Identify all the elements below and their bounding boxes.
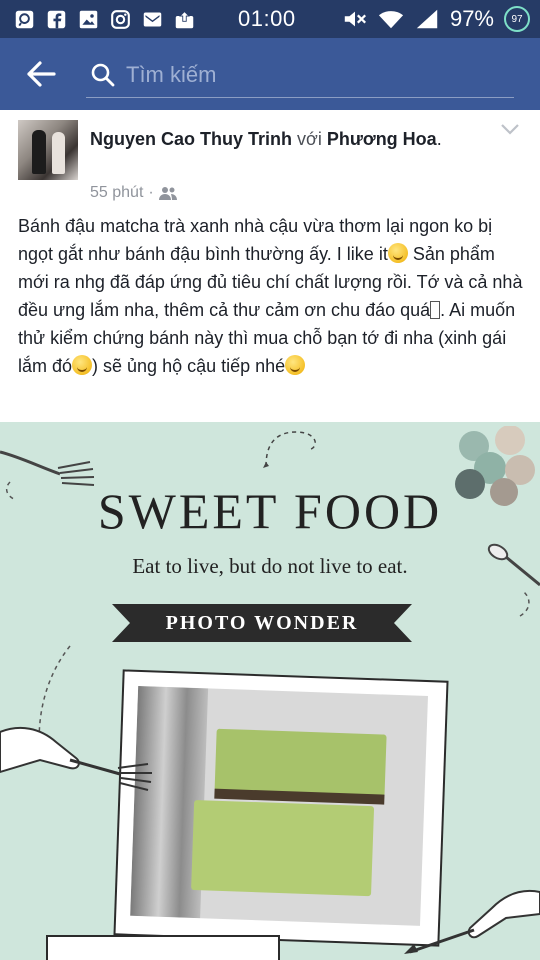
mute-icon bbox=[344, 11, 366, 27]
app-bar: Tìm kiếm bbox=[0, 38, 540, 110]
hand-knife-icon bbox=[404, 890, 540, 954]
post-time[interactable]: 55 phút bbox=[90, 184, 143, 202]
broken-char-icon bbox=[430, 301, 441, 319]
wifi-icon bbox=[378, 11, 404, 29]
clock: 01:00 bbox=[238, 6, 296, 31]
battery-percent: 97% bbox=[449, 6, 494, 31]
image-title: SWEET FOOD bbox=[97, 483, 443, 539]
search-input[interactable]: Tìm kiếm bbox=[126, 62, 216, 88]
status-bar: 01:00 97% 97 bbox=[0, 0, 540, 38]
post-meta: 55 phút · bbox=[90, 184, 177, 202]
hand-fork-icon bbox=[0, 726, 152, 791]
smile-emoji-icon bbox=[387, 243, 408, 263]
instagram-icon bbox=[110, 9, 131, 30]
tagged-name[interactable]: Phương Hoa bbox=[327, 129, 437, 149]
post-text-part-4: ) sẽ ủng hộ cậu tiếp nhé bbox=[92, 356, 286, 376]
search-icon bbox=[91, 63, 115, 86]
blush-emoji-icon bbox=[72, 355, 93, 375]
food-photo bbox=[115, 671, 447, 945]
author-name[interactable]: Nguyen Cao Thuy Trinh bbox=[90, 129, 292, 149]
tagged-suffix: . bbox=[436, 129, 442, 149]
facebook-icon bbox=[46, 9, 67, 30]
upload-icon bbox=[174, 9, 195, 30]
post-header: Nguyen Cao Thuy Trinh với Phương Hoa. bbox=[90, 126, 480, 152]
gmail-icon bbox=[142, 9, 163, 30]
meta-separator: · bbox=[148, 184, 154, 201]
search-bar[interactable]: Tìm kiếm bbox=[86, 52, 514, 98]
image-subtitle: Eat to live, but do not live to eat. bbox=[132, 554, 408, 578]
friends-icon bbox=[158, 187, 177, 200]
notification-icon bbox=[14, 9, 35, 30]
back-arrow-icon[interactable] bbox=[26, 60, 56, 88]
gallery-icon bbox=[78, 9, 99, 30]
post-card: Nguyen Cao Thuy Trinh với Phương Hoa. 55… bbox=[0, 110, 540, 422]
post-text: Bánh đậu matcha trà xanh nhà cậu vừa thơ… bbox=[18, 212, 526, 380]
avatar[interactable] bbox=[18, 120, 78, 180]
chevron-down-icon[interactable] bbox=[500, 122, 520, 136]
tongue-emoji-icon bbox=[285, 355, 306, 375]
photo-strip bbox=[48, 937, 278, 960]
dashed-curve-icon bbox=[263, 431, 317, 468]
with-label: với bbox=[297, 129, 322, 149]
battery-icon: 97 bbox=[504, 6, 530, 32]
signal-icon bbox=[416, 9, 438, 29]
image-banner: PHOTO WONDER bbox=[112, 604, 412, 642]
post-image[interactable]: SWEET FOOD Eat to live, but do not live … bbox=[0, 422, 540, 960]
